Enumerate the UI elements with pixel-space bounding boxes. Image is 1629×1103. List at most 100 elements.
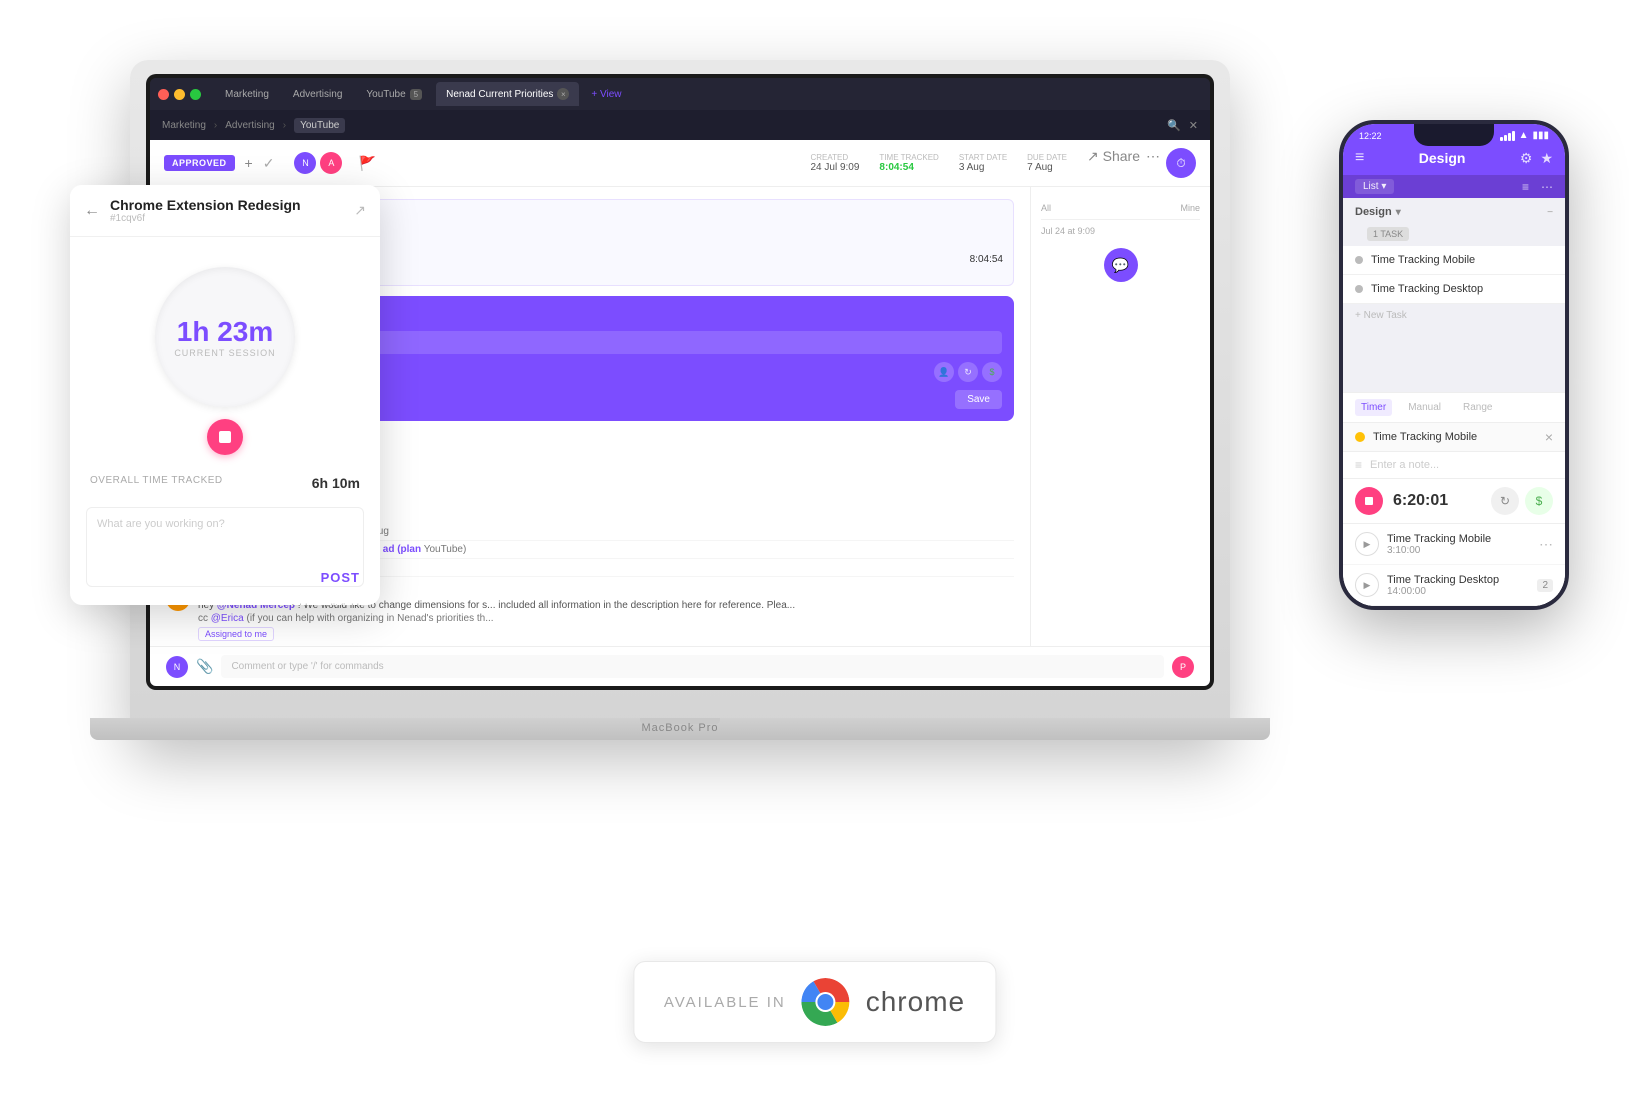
chrome-text: chrome	[866, 986, 965, 1018]
phone-play-2[interactable]: ▶	[1355, 573, 1379, 597]
task-dot-desktop	[1355, 285, 1363, 293]
ext-session-label: CURRENT SESSION	[174, 348, 275, 358]
traffic-light-fullscreen[interactable]	[190, 89, 201, 100]
phone-nav-icons: ⚙ ★	[1520, 150, 1553, 167]
status-tag-area: 1 TASK	[1343, 222, 1565, 246]
phone-task-mobile[interactable]: Time Tracking Mobile	[1343, 246, 1565, 275]
plus-icon[interactable]: +	[245, 155, 253, 171]
task-dot-mobile	[1355, 256, 1363, 264]
task-meta: CREATED 24 Jul 9:09 TIME TRACKED 8:04:54	[810, 153, 1067, 173]
ext-stop-icon	[219, 431, 231, 443]
phone-note-input[interactable]: ≡ Enter a note...	[1343, 452, 1565, 479]
ext-time-display: 1h 23m	[177, 316, 274, 348]
open-external-icon[interactable]: ↗	[354, 202, 366, 219]
tab-marketing[interactable]: Marketing	[215, 82, 279, 106]
phone-list-button[interactable]: List ▾	[1355, 179, 1394, 194]
more-options-icon[interactable]: ⋯	[1146, 148, 1160, 178]
phone-task-desktop[interactable]: Time Tracking Desktop	[1343, 275, 1565, 304]
phone-body: Design ▾ − 1 TASK Time Tracking Mobile T…	[1343, 198, 1565, 392]
close-toolbar-icon[interactable]: ✕	[1189, 119, 1198, 132]
phone-refresh-action[interactable]: ↻	[1491, 487, 1519, 515]
comment-date: Jul 24 at 9:09	[1041, 220, 1200, 242]
phone-add-task[interactable]: + New Task	[1343, 304, 1565, 327]
sidebar-actions: 💬	[1041, 248, 1200, 282]
section-collapse[interactable]: −	[1547, 207, 1553, 218]
meta-due-date: DUE DATE 7 Aug	[1027, 153, 1067, 173]
flag-icon[interactable]: 🚩	[358, 155, 375, 172]
refresh-icon[interactable]: ↻	[958, 362, 978, 382]
comment-action-icon[interactable]: 💬	[1104, 248, 1138, 282]
chrome-available-badge: AVAILABLE IN chrome	[633, 961, 996, 1043]
ext-post-button[interactable]: POST	[321, 570, 360, 585]
ext-header: ← Chrome Extension Redesign #1cqv6f ↗	[70, 185, 380, 237]
phone-active-task-close[interactable]: ×	[1545, 429, 1553, 445]
phone-filter-icon[interactable]: ≡	[1522, 180, 1529, 194]
status-badge: APPROVED	[164, 155, 235, 171]
phone-gear-icon[interactable]: ⚙	[1520, 150, 1533, 167]
breadcrumb-marketing[interactable]: Marketing	[162, 120, 206, 131]
dollar-icon[interactable]: $	[982, 362, 1002, 382]
meta-start-date: START DATE 3 Aug	[959, 153, 1007, 173]
phone-timer-tabs: Timer Manual Range	[1343, 393, 1565, 423]
attach-icon[interactable]: 📎	[196, 658, 213, 675]
meta-time-tracked: TIME TRACKED 8:04:54	[879, 153, 938, 173]
phone-history-info-2: Time Tracking Desktop 14:00:00	[1387, 574, 1537, 597]
back-button[interactable]: ←	[84, 202, 100, 220]
ext-title: Chrome Extension Redesign	[110, 197, 354, 213]
phone-more-icon[interactable]: ⋯	[1541, 180, 1553, 194]
user-avatar-1: N	[294, 152, 316, 174]
phone-history-name-2: Time Tracking Desktop	[1387, 574, 1537, 586]
ext-title-area: Chrome Extension Redesign #1cqv6f	[110, 197, 354, 224]
tab-advertising[interactable]: Advertising	[283, 82, 352, 106]
scene: Marketing Advertising YouTube 5 Nenad Cu…	[0, 0, 1629, 1103]
phone-star-icon[interactable]: ★	[1540, 150, 1553, 167]
check-icon[interactable]: ✓	[263, 155, 275, 172]
breadcrumb-youtube[interactable]: YouTube	[294, 118, 345, 133]
available-text: AVAILABLE IN	[664, 994, 786, 1011]
save-button[interactable]: Save	[955, 390, 1002, 409]
view-button[interactable]: + View	[591, 89, 621, 100]
phone-history-name-1: Time Tracking Mobile	[1387, 533, 1539, 545]
phone-menu-icon[interactable]: ≡	[1355, 149, 1364, 167]
phone-history-badge-2: 2	[1537, 579, 1553, 592]
tab-youtube[interactable]: YouTube 5	[356, 82, 432, 106]
phone-play-1[interactable]: ▶	[1355, 532, 1379, 556]
tab-count: 5	[410, 89, 422, 100]
phone-status-tag: 1 TASK	[1367, 227, 1409, 241]
phone-timer-action-buttons: ↻ $	[1491, 487, 1553, 515]
battery-icon: ▮▮▮	[1532, 130, 1549, 141]
assign-icon[interactable]: 👤	[934, 362, 954, 382]
ext-overall-label: OVERALL TIME TRACKED	[90, 475, 223, 491]
section-arrow: ▾	[1396, 207, 1401, 218]
phone-stop-button[interactable]	[1355, 487, 1383, 515]
user-time-value: 8:04:54	[970, 254, 1003, 265]
traffic-light-close[interactable]	[158, 89, 169, 100]
phone-nav: ≡ Design ⚙ ★	[1343, 143, 1565, 175]
search-icon[interactable]: 🔍	[1167, 119, 1181, 132]
phone-bottom-timer: Timer Manual Range Time Tracking Mobile …	[1343, 392, 1565, 606]
breadcrumb-advertising[interactable]: Advertising	[225, 120, 274, 131]
comments-toggle: All Mine	[1041, 197, 1200, 220]
app-toolbar: Marketing › Advertising › YouTube 🔍 ✕	[150, 110, 1210, 140]
phone-active-task: Time Tracking Mobile ×	[1343, 423, 1565, 452]
timer-icon[interactable]: ⏱	[1166, 148, 1196, 178]
ext-timer-area: 1h 23m CURRENT SESSION	[70, 237, 380, 475]
tab-nenad-priorities[interactable]: Nenad Current Priorities ×	[436, 82, 579, 106]
ext-stop-button[interactable]	[207, 419, 243, 455]
signal-bars	[1500, 131, 1515, 141]
assigned-badge: Assigned to me	[198, 627, 274, 641]
wifi-icon: ▲	[1519, 130, 1529, 141]
phone-timer-tab-timer[interactable]: Timer	[1355, 399, 1392, 416]
phone-time: 12:22	[1359, 131, 1382, 141]
tab-close-icon[interactable]: ×	[557, 88, 569, 100]
traffic-light-minimize[interactable]	[174, 89, 185, 100]
phone-dollar-action[interactable]: $	[1525, 487, 1553, 515]
task-actions: ↗ Share ⋯ ⏱	[1087, 148, 1196, 178]
share-icon[interactable]: ↗ Share	[1087, 148, 1140, 178]
phone-history-more-1[interactable]: ⋯	[1539, 536, 1553, 553]
ext-add-fields[interactable]: + Add or edit fields	[70, 603, 380, 605]
phone-timer-tab-manual[interactable]: Manual	[1402, 399, 1447, 416]
comment-input[interactable]: Comment or type '/' for commands	[221, 655, 1164, 678]
phone-timer-tab-range[interactable]: Range	[1457, 399, 1498, 416]
phone-history-item-1: ▶ Time Tracking Mobile 3:10:00 ⋯	[1343, 524, 1565, 565]
